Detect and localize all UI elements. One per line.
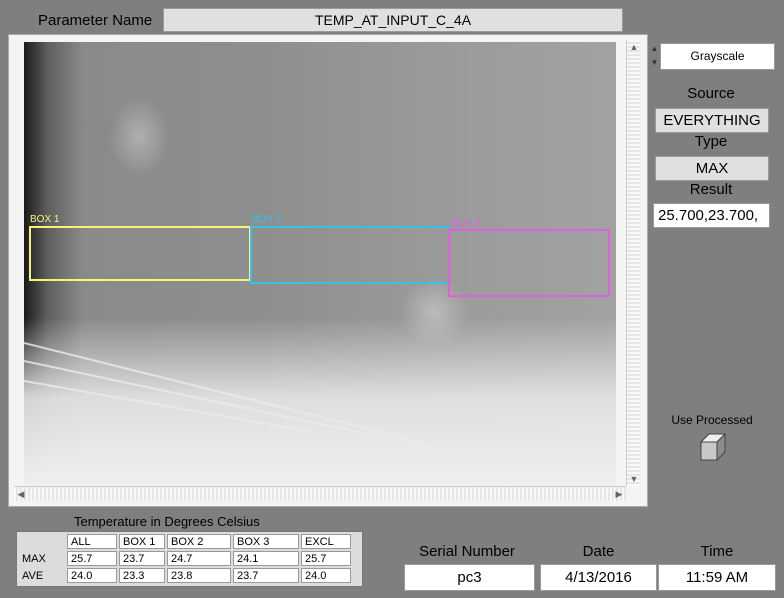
result-label: Result [689,181,733,198]
time-label: Time [700,543,734,560]
table-cell: 24.0 [301,568,351,583]
table-column-header: EXCL [301,534,351,549]
thermal-image[interactable]: BOX 1 BOX 2 BOX 3 [24,42,616,486]
table-row-header: MAX [19,551,65,566]
table-cell: 25.7 [67,551,117,566]
date-field[interactable]: 4/13/2016 [540,564,657,591]
roi-box-2[interactable] [250,226,450,284]
table-cell: 24.1 [233,551,299,566]
table-header-row: ALL BOX 1 BOX 2 BOX 3 EXCL [19,534,351,549]
source-label: Source [687,85,735,102]
image-streak [24,380,320,435]
roi-label-box-2: BOX 2 [252,214,282,225]
use-processed-button[interactable] [697,432,727,462]
table-row: AVE 24.0 23.3 23.8 23.7 24.0 [19,568,351,583]
image-streak [24,360,436,450]
table-cell: 23.7 [233,568,299,583]
table-corner [19,534,65,549]
parameter-name-field[interactable]: TEMP_AT_INPUT_C_4A [163,8,623,32]
serial-number-field[interactable]: pc3 [404,564,535,591]
scroll-left-icon[interactable]: ◀ [14,487,28,501]
date-label: Date [582,543,615,560]
vertical-scrollbar[interactable]: ▲ ▼ [626,40,641,486]
result-field[interactable]: 25.700,23.700, [653,203,770,228]
table-row: MAX 25.7 23.7 24.7 24.1 25.7 [19,551,351,566]
table-cell: 24.7 [167,551,231,566]
palette-stepper-icon[interactable]: ▲ ▼ [650,42,659,70]
table-column-header: BOX 2 [167,534,231,549]
time-field[interactable]: 11:59 AM [658,564,776,591]
roi-box-3[interactable] [448,229,610,297]
scroll-up-icon[interactable]: ▲ [627,40,641,54]
table-column-header: ALL [67,534,117,549]
roi-label-box-1: BOX 1 [30,214,60,225]
roi-label-box-3: BOX 3 [451,218,481,229]
image-streak [24,342,432,446]
table-row-header: AVE [19,568,65,583]
table-column-header: BOX 1 [119,534,165,549]
table-cell: 25.7 [301,551,351,566]
horizontal-scrollbar[interactable]: ◀ ▶ [14,486,626,501]
temperature-table-title: Temperature in Degrees Celsius [74,514,260,529]
scroll-down-icon[interactable]: ▼ [627,472,641,486]
parameter-name-label: Parameter Name [38,12,153,29]
table-cell: 23.7 [119,551,165,566]
table-column-header: BOX 3 [233,534,299,549]
serial-number-label: Serial Number [419,543,515,560]
palette-selector[interactable]: Grayscale [660,43,775,70]
type-field[interactable]: MAX [655,156,769,181]
use-processed-label: Use Processed [671,413,753,427]
table-cell: 23.3 [119,568,165,583]
source-field[interactable]: EVERYTHING [655,108,769,133]
table-cell: 24.0 [67,568,117,583]
temperature-table: ALL BOX 1 BOX 2 BOX 3 EXCL MAX 25.7 23.7… [16,531,363,587]
type-label: Type [694,133,728,150]
roi-box-1[interactable] [29,226,251,281]
table-cell: 23.8 [167,568,231,583]
scroll-right-icon[interactable]: ▶ [612,487,626,501]
